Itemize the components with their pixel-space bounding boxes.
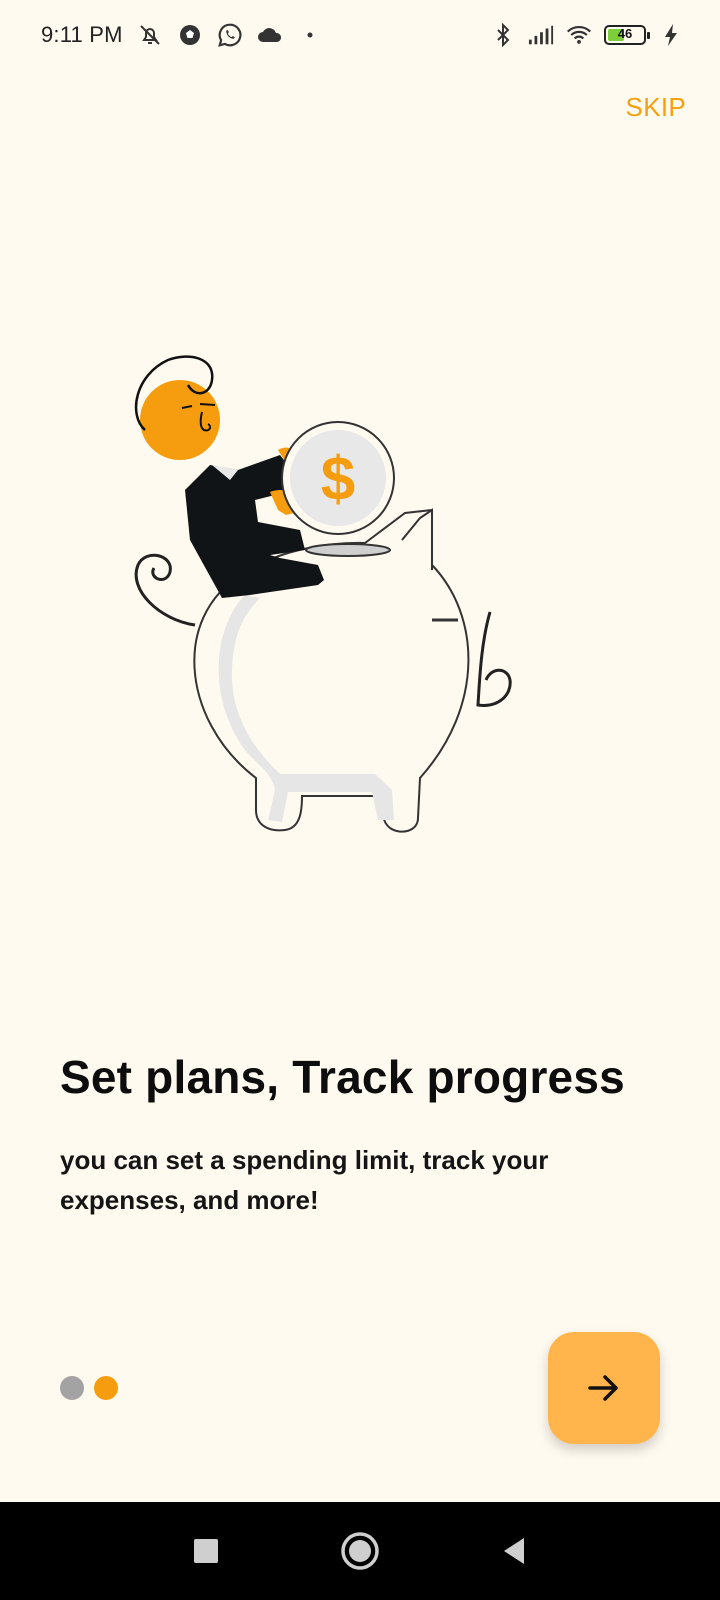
skip-button[interactable]: SKIP [626, 92, 686, 123]
bluetooth-icon [490, 22, 516, 48]
page-dot-2-active [94, 1376, 118, 1400]
signal-icon [528, 22, 554, 48]
person-brow [199, 403, 216, 406]
battery-icon: 46 [604, 25, 650, 45]
status-bar-right: 46 [490, 22, 684, 48]
home-button[interactable] [338, 1529, 382, 1573]
triangle-back-icon [504, 1538, 524, 1564]
square-icon [194, 1539, 218, 1563]
page-dot-1 [60, 1376, 84, 1400]
cloud-icon [257, 22, 283, 48]
circle-home-icon [341, 1532, 379, 1570]
charging-icon [658, 22, 684, 48]
onboarding-illustration: $ [120, 350, 540, 850]
battery-level: 46 [617, 26, 633, 41]
status-bar: 9:11 PM 46 [0, 0, 720, 70]
soccer-icon [177, 22, 203, 48]
piggy-bank-illustration: $ [134, 355, 512, 833]
whatsapp-icon [217, 22, 243, 48]
pig-snout [476, 611, 512, 707]
bell-off-icon [137, 22, 163, 48]
status-bar-left: 9:11 PM [41, 22, 323, 48]
system-nav-bar [0, 1502, 720, 1600]
next-button[interactable] [548, 1332, 660, 1444]
back-button[interactable] [492, 1529, 536, 1573]
status-time: 9:11 PM [41, 22, 123, 47]
person-head [140, 380, 220, 460]
dot-icon [297, 22, 323, 48]
arrow-right-icon [588, 1375, 618, 1401]
coin-symbol: $ [321, 445, 355, 514]
page-title: Set plans, Track progress [60, 1051, 625, 1103]
recents-button[interactable] [184, 1529, 228, 1573]
page-subtitle: you can set a spending limit, track your… [60, 1145, 549, 1215]
pig-tail [134, 553, 196, 627]
coin-slot [305, 543, 391, 557]
wifi-icon [566, 22, 592, 48]
page-indicator [60, 1376, 118, 1400]
